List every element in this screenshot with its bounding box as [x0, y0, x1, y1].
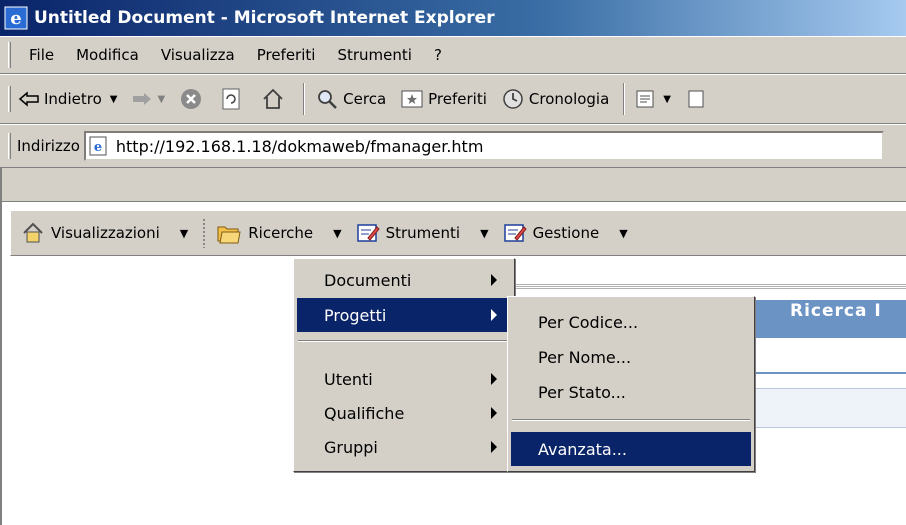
- menu-item-utenti[interactable]: Utenti: [297, 362, 511, 396]
- page-icon: e: [89, 136, 107, 156]
- menu-strumenti[interactable]: Strumenti: [326, 46, 422, 64]
- views-label: Visualizzazioni: [51, 224, 160, 242]
- menu-help[interactable]: ?: [423, 46, 453, 64]
- back-dropdown-icon[interactable]: ▼: [110, 94, 118, 105]
- menubar-grip[interactable]: [8, 42, 11, 68]
- address-bar: Indirizzo e http://192.168.1.18/dokmaweb…: [0, 124, 906, 168]
- submenu-arrow-icon: [491, 309, 497, 321]
- management-dropdown-icon: ▼: [619, 226, 628, 240]
- searches-label: Ricerche: [248, 224, 314, 242]
- menu-item-gruppi-label: Gruppi: [324, 437, 378, 457]
- searches-menu-button[interactable]: Ricerche ▼: [212, 211, 355, 255]
- submenu-item-per-codice[interactable]: Per Codice...: [511, 305, 751, 339]
- window-title-bar[interactable]: e Untitled Document - Microsoft Internet…: [0, 0, 906, 36]
- ricerche-menu: Documenti Progetti Utenti Qualifiche Gru…: [293, 258, 515, 472]
- search-button[interactable]: Cerca: [315, 87, 386, 111]
- views-menu-button[interactable]: Visualizzazioni ▼: [11, 211, 202, 255]
- home-icon: [263, 88, 283, 109]
- menu-visualizza[interactable]: Visualizza: [150, 46, 246, 64]
- address-url: http://192.168.1.18/dokmaweb/fmanager.ht…: [115, 136, 484, 156]
- edit-icon: [356, 224, 380, 242]
- history-icon: [503, 89, 523, 109]
- menu-modifica[interactable]: Modifica: [65, 46, 150, 64]
- internet-explorer-icon: e: [4, 6, 28, 30]
- submenu-arrow-icon: [491, 441, 497, 453]
- submenu-arrow-icon: [491, 274, 497, 286]
- standard-toolbar: Indietro ▼ ▼ Cerca Preferiti Cronologia …: [0, 74, 906, 124]
- favorites-label: Preferiti: [428, 90, 487, 108]
- submenu-item-per-codice-label: Per Codice...: [538, 312, 639, 332]
- house-icon: [23, 222, 43, 243]
- progetti-submenu: Per Codice... Per Nome... Per Stato... A…: [507, 296, 755, 472]
- tools-menu-button[interactable]: Strumenti ▼: [356, 211, 503, 255]
- submenu-item-per-nome-label: Per Nome...: [538, 347, 632, 367]
- toolbar-dotted-separator: [202, 218, 207, 248]
- back-label: Indietro: [44, 90, 102, 108]
- print-icon: [688, 90, 704, 108]
- refresh-button[interactable]: [221, 87, 247, 111]
- forward-arrow-icon: [133, 93, 152, 105]
- history-button[interactable]: Cronologia: [501, 87, 609, 111]
- menu-item-documenti[interactable]: Documenti: [297, 263, 511, 297]
- address-field[interactable]: e http://192.168.1.18/dokmaweb/fmanager.…: [83, 131, 884, 161]
- menu-file[interactable]: File: [18, 46, 65, 64]
- menu-item-progetti-label: Progetti: [324, 305, 387, 325]
- menu-item-qualifiche-label: Qualifiche: [324, 403, 405, 423]
- submenu-item-per-nome[interactable]: Per Nome...: [511, 340, 751, 374]
- page-frame-header: [2, 168, 906, 202]
- submenu-item-per-stato-label: Per Stato...: [538, 382, 626, 402]
- submenu-separator: [512, 419, 750, 421]
- history-label: Cronologia: [528, 90, 610, 108]
- svg-text:e: e: [10, 8, 21, 29]
- address-label: Indirizzo: [17, 137, 80, 155]
- panel-title: Ricerca I: [790, 301, 882, 321]
- addressbar-grip[interactable]: [8, 133, 11, 159]
- searches-dropdown-icon: ▼: [333, 226, 342, 240]
- mail-icon: [636, 90, 654, 108]
- forward-button[interactable]: ▼: [131, 91, 165, 107]
- app-toolbar: Visualizzazioni ▼ Ricerche ▼ Strumenti ▼…: [10, 210, 906, 256]
- tools-label: Strumenti: [385, 224, 461, 242]
- favorites-icon: [401, 90, 423, 108]
- search-label: Cerca: [343, 90, 387, 108]
- tools-dropdown-icon: ▼: [480, 226, 489, 240]
- back-arrow-icon: [18, 91, 39, 107]
- toolbar-grip[interactable]: [8, 86, 11, 112]
- menu-item-utenti-label: Utenti: [324, 369, 373, 389]
- folders-icon: [217, 226, 241, 244]
- toolbar-separator: [303, 83, 306, 115]
- submenu-arrow-icon: [491, 373, 497, 385]
- refresh-icon: [222, 88, 240, 110]
- menu-item-progetti[interactable]: Progetti: [297, 298, 511, 332]
- menu-item-documenti-label: Documenti: [324, 270, 412, 290]
- mail-button[interactable]: ▼: [635, 87, 671, 111]
- submenu-item-avanzata[interactable]: Avanzata...: [511, 432, 751, 466]
- menu-separator: [298, 340, 510, 342]
- back-button[interactable]: Indietro ▼: [18, 90, 117, 108]
- stop-button[interactable]: [179, 87, 207, 111]
- views-dropdown-icon: ▼: [179, 226, 189, 240]
- toolbar-separator-2: [623, 83, 626, 115]
- menu-preferiti[interactable]: Preferiti: [246, 46, 327, 64]
- edit-icon-2: [503, 224, 527, 242]
- submenu-item-per-stato[interactable]: Per Stato...: [511, 375, 751, 409]
- management-label: Gestione: [532, 224, 600, 242]
- menu-item-gruppi[interactable]: Gruppi: [297, 430, 511, 464]
- menu-bar: File Modifica Visualizza Preferiti Strum…: [0, 36, 906, 74]
- print-button[interactable]: [685, 87, 709, 111]
- submenu-item-avanzata-label: Avanzata...: [538, 439, 627, 459]
- window-title: Untitled Document - Microsoft Internet E…: [34, 8, 495, 28]
- stop-icon: [181, 89, 202, 109]
- home-button[interactable]: [261, 87, 289, 111]
- favorites-button[interactable]: Preferiti: [400, 88, 487, 110]
- search-icon: [318, 90, 338, 109]
- panel-top-border: [500, 284, 906, 290]
- management-menu-button[interactable]: Gestione ▼: [503, 211, 642, 255]
- mail-dropdown-icon[interactable]: ▼: [663, 94, 671, 105]
- submenu-arrow-icon: [491, 407, 497, 419]
- svg-text:e: e: [94, 140, 102, 155]
- menu-item-qualifiche[interactable]: Qualifiche: [297, 396, 511, 430]
- forward-dropdown-icon[interactable]: ▼: [157, 94, 165, 105]
